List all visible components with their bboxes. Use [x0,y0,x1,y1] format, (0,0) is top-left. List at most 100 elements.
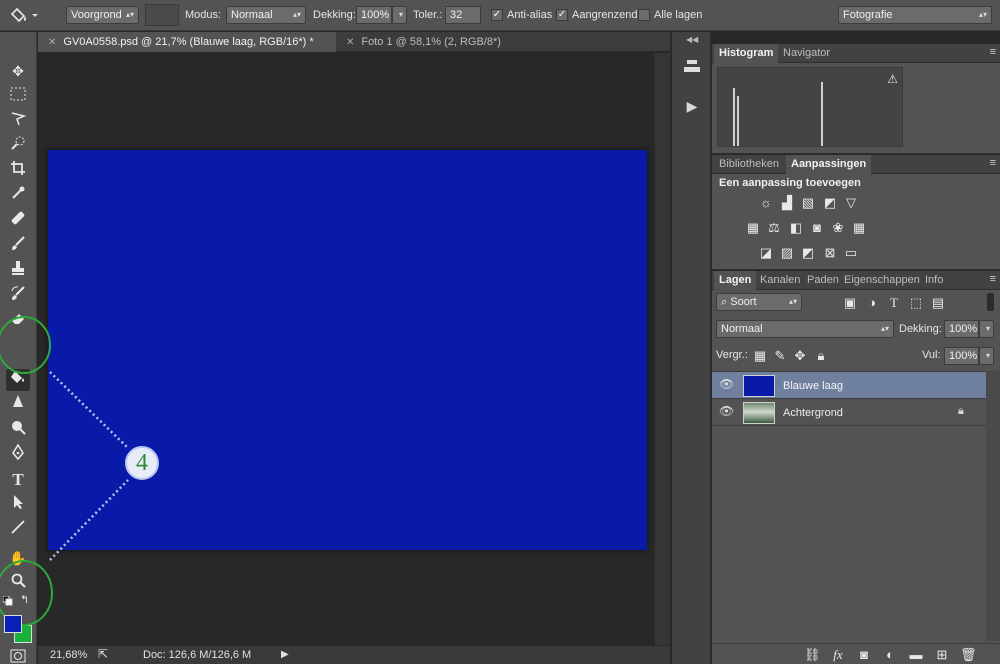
all-layers-checkbox[interactable] [638,9,650,21]
tab-properties[interactable]: Eigenschappen [839,271,925,290]
tab-navigator[interactable]: Navigator [778,44,835,63]
panel-menu-icon[interactable]: ≡ [990,273,996,285]
tab-adjustments[interactable]: Aanpassingen [786,155,872,174]
vertical-scrollbar[interactable] [655,53,670,645]
document-canvas[interactable] [48,150,647,550]
channel-mixer-icon[interactable]: ❀ [830,221,846,235]
mode-select[interactable]: Normaal ▴▾ [226,6,306,24]
lock-image-icon[interactable]: ✎ [772,349,788,363]
tab-info[interactable]: Info [920,271,948,290]
layer-filter-select[interactable]: ⌕ Soort ▴▾ [716,293,802,311]
vibrance-icon[interactable]: ▦ [745,221,761,235]
visibility-eye-icon[interactable]: 👁︎ [719,377,734,391]
export-icon[interactable]: ⇱ [98,647,108,661]
fill-slider-button[interactable]: ▾ [979,347,994,365]
exposure-icon[interactable]: ◩ [822,196,838,210]
filter-type-icon[interactable]: T [886,296,902,310]
layers-scrollbar[interactable] [986,371,1000,641]
new-adjustment-layer-icon[interactable]: ◐ [882,648,898,662]
pen-tool-icon[interactable] [6,443,30,466]
paint-bucket-preset-icon[interactable] [10,4,40,26]
eyedropper-tool-icon[interactable] [6,185,30,207]
filter-adjustment-icon[interactable]: ◑ [864,296,880,310]
blend-mode-select[interactable]: Normaal ▴▾ [716,320,894,338]
layer-row-blauwe-laag[interactable]: 👁︎ Blauwe laag [712,372,986,399]
blur-tool-icon[interactable] [6,394,30,416]
panel-menu-icon[interactable]: ≡ [990,157,996,169]
history-brush-tool-icon[interactable] [6,285,30,307]
actions-play-icon[interactable]: ▶ [680,96,704,116]
gradient-map-icon[interactable]: ▭ [843,246,859,260]
paint-bucket-tool-icon[interactable] [6,369,30,391]
invert-icon[interactable]: ◪ [758,246,774,260]
clone-stamp-tool-icon[interactable] [6,260,30,282]
path-selection-tool-icon[interactable] [6,494,30,516]
tab-paths[interactable]: Paden [802,271,844,290]
filter-shape-icon[interactable]: ⬚ [908,296,924,310]
tab-layers[interactable]: Lagen [714,271,757,290]
color-balance-icon[interactable]: ⚖ [766,221,782,235]
layer-styles-icon[interactable]: fx [830,648,846,662]
filter-toggle[interactable] [987,293,994,311]
healing-brush-tool-icon[interactable] [6,210,30,232]
move-tool-icon[interactable]: ✥ [6,60,30,82]
layer-opacity-slider-button[interactable]: ▾ [979,320,994,338]
dodge-tool-icon[interactable] [6,419,30,441]
quick-mask-icon[interactable] [6,647,30,664]
layer-opacity-input[interactable]: 100% [944,320,979,338]
tool-presets-icon[interactable] [680,58,704,78]
panel-menu-icon[interactable]: ≡ [990,46,996,58]
black-white-icon[interactable]: ◧ [788,221,804,235]
brightness-contrast-icon[interactable]: ☼ [758,196,774,210]
tab-document-2[interactable]: ✕ Foto 1 @ 58,1% (2, RGB/8*) [336,32,526,52]
status-menu-arrow-icon[interactable]: ▶ [281,649,289,660]
new-group-icon[interactable]: ▬ [908,648,924,662]
swap-colors-icon[interactable]: ↰ [20,593,29,606]
color-lookup-icon[interactable]: ▦ [851,221,867,235]
crop-tool-icon[interactable] [6,160,30,182]
opacity-input[interactable]: 100% [356,6,392,24]
foreground-color-swatch[interactable] [4,615,22,633]
eraser-tool-icon[interactable] [6,310,30,332]
photo-filter-icon[interactable]: ◙ [809,221,825,235]
workspace-select[interactable]: Fotografie ▴▾ [838,6,992,24]
tab-document-1[interactable]: ✕ GV0A0558.psd @ 21,7% (Blauwe laag, RGB/… [38,32,336,52]
type-tool-icon[interactable]: T [6,469,30,491]
new-layer-icon[interactable]: ⊞ [934,648,950,662]
posterize-icon[interactable]: ▨ [779,246,795,260]
link-layers-icon[interactable]: ⛓︎ [804,648,821,662]
lock-transparent-icon[interactable]: ▦ [752,349,768,363]
dock-collapse-icon[interactable]: ◀◀ [686,35,698,44]
close-tab-icon[interactable]: ✕ [346,37,354,48]
levels-icon[interactable]: ▟ [779,196,795,210]
threshold-icon[interactable]: ◩ [800,246,816,260]
zoom-level[interactable]: 21,68% [50,649,87,661]
filter-smart-object-icon[interactable]: ▤ [930,296,946,310]
marquee-tool-icon[interactable] [6,85,30,107]
tab-libraries[interactable]: Bibliotheken [714,155,784,174]
curves-icon[interactable]: ▧ [800,196,816,210]
warning-icon[interactable]: ⚠ [887,72,898,86]
filter-pixel-icon[interactable]: ▣ [842,296,858,310]
fill-input[interactable]: 100% [944,347,979,365]
opacity-slider-button[interactable]: ▾ [392,6,407,24]
close-tab-icon[interactable]: ✕ [48,37,56,48]
zoom-tool-icon[interactable] [6,572,30,594]
gradient-filter-icon[interactable]: ▽ [843,196,859,210]
lock-all-icon[interactable]: 🔒︎ [813,349,829,363]
brush-tool-icon[interactable] [6,235,30,257]
fill-source-select[interactable]: Voorgrond ▴▾ [66,6,139,24]
quick-selection-tool-icon[interactable] [6,135,30,157]
tab-channels[interactable]: Kanalen [755,271,805,290]
lock-position-icon[interactable]: ✥ [792,349,808,363]
visibility-eye-icon[interactable]: 👁︎ [719,404,734,418]
layer-row-achtergrond[interactable]: 👁︎ Achtergrond 🔒︎ [712,399,986,426]
lasso-tool-icon[interactable] [6,110,30,132]
line-tool-icon[interactable] [6,519,30,541]
hand-tool-icon[interactable]: ✋ [6,547,30,569]
pattern-picker[interactable] [145,4,179,26]
delete-layer-icon[interactable]: 🗑︎ [960,648,977,662]
selective-color-icon[interactable]: ⊠ [822,246,838,260]
contiguous-checkbox[interactable]: ✓ [556,9,568,21]
tolerance-input[interactable]: 32 [445,6,481,24]
